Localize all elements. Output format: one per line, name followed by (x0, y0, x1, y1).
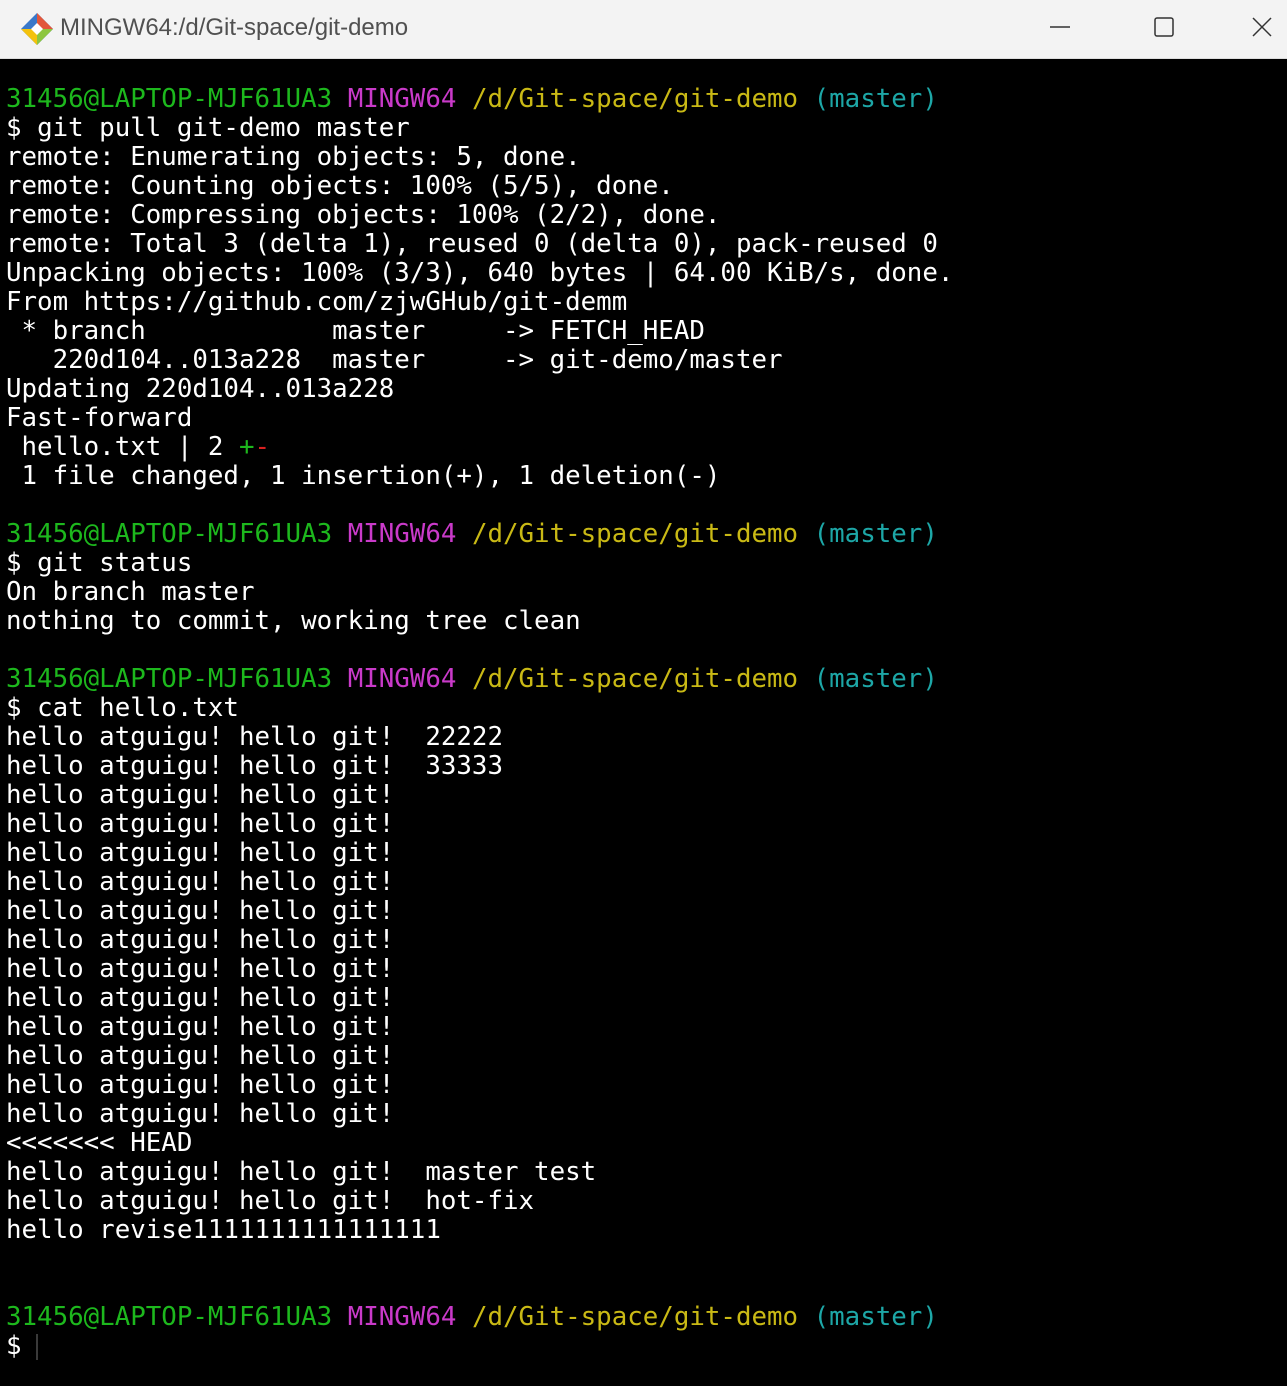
output-line: remote: Compressing objects: 100% (2/2),… (6, 200, 721, 230)
output-line: remote: Total 3 (delta 1), reused 0 (del… (6, 229, 938, 259)
maximize-button[interactable] (1134, 0, 1194, 54)
output-line: remote: Enumerating objects: 5, done. (6, 142, 581, 172)
input-line[interactable]: $ (6, 1332, 1287, 1361)
command-text: git pull git-demo master (37, 113, 410, 143)
text-cursor[interactable] (35, 1333, 38, 1360)
prompt-branch: (master) (813, 664, 938, 694)
close-button[interactable] (1237, 0, 1287, 54)
output-line: hello atguigu! hello git! (6, 1099, 395, 1129)
output-line: hello atguigu! hello git! (6, 954, 395, 984)
output-line: hello atguigu! hello git! (6, 925, 395, 955)
window-title: MINGW64:/d/Git-space/git-demo (60, 14, 409, 41)
prompt-user-host: 31456@LAPTOP-MJF61UA3 (6, 664, 333, 694)
diffstat-plus: + (238, 432, 255, 462)
output-line: remote: Counting objects: 100% (5/5), do… (6, 171, 674, 201)
close-icon (1252, 17, 1272, 37)
prompt-branch: (master) (813, 1302, 938, 1332)
prompt-path: /d/Git-space/git-demo (471, 84, 799, 114)
output-line: hello atguigu! hello git! (6, 867, 395, 897)
command-text: cat hello.txt (37, 693, 239, 723)
command-text: git status (37, 548, 193, 578)
prompt-line: 31456@LAPTOP-MJF61UA3 MINGW64 /d/Git-spa… (6, 665, 1287, 694)
output-line: 1 file changed, 1 insertion(+), 1 deleti… (6, 461, 721, 491)
output-line: hello atguigu! hello git! 22222 (6, 722, 503, 752)
output-line: nothing to commit, working tree clean (6, 606, 581, 636)
output-line: hello revise1111111111111111 (6, 1215, 441, 1245)
output-line: hello atguigu! hello git! (6, 896, 395, 926)
output-line: Updating 220d104..013a228 (6, 374, 395, 404)
output-line: hello atguigu! hello git! (6, 838, 395, 868)
output-line: <<<<<<< HEAD (6, 1128, 193, 1158)
prompt-symbol: $ (6, 693, 22, 723)
prompt-system: MINGW64 (347, 519, 457, 549)
prompt-path: /d/Git-space/git-demo (471, 664, 799, 694)
output-line: hello atguigu! hello git! 33333 (6, 751, 503, 781)
output-line: hello atguigu! hello git! (6, 809, 395, 839)
minimize-icon (1050, 26, 1070, 28)
maximize-icon (1154, 17, 1174, 37)
output-line: hello atguigu! hello git! (6, 1041, 395, 1071)
prompt-line: 31456@LAPTOP-MJF61UA3 MINGW64 /d/Git-spa… (6, 1303, 1287, 1332)
minimize-button[interactable] (1030, 0, 1090, 54)
output-line: On branch master (6, 577, 255, 607)
prompt-branch: (master) (813, 84, 938, 114)
prompt-branch: (master) (813, 519, 938, 549)
output-line: From https://github.com/zjwGHub/git-demm (6, 287, 628, 317)
output-line: 220d104..013a228 master -> git-demo/mast… (6, 345, 783, 375)
prompt-line: 31456@LAPTOP-MJF61UA3 MINGW64 /d/Git-spa… (6, 85, 1287, 114)
output-line: hello atguigu! hello git! (6, 780, 395, 810)
diffstat-line: hello.txt | 2 +- (6, 433, 1287, 462)
output-line: Unpacking objects: 100% (3/3), 640 bytes… (6, 258, 954, 288)
prompt-system: MINGW64 (347, 664, 457, 694)
output-line: hello atguigu! hello git! (6, 1012, 395, 1042)
diffstat-file: hello.txt | 2 (6, 432, 239, 462)
command-line: $ cat hello.txt (6, 694, 1287, 723)
command-line: $ git pull git-demo master (6, 114, 1287, 143)
terminal-window: MINGW64:/d/Git-space/git-demo 31456@LAPT… (0, 0, 1287, 1386)
prompt-path: /d/Git-space/git-demo (471, 519, 799, 549)
terminal-output[interactable]: 31456@LAPTOP-MJF61UA3 MINGW64 /d/Git-spa… (6, 85, 1287, 1361)
prompt-symbol: $ (6, 1331, 22, 1361)
output-line: hello atguigu! hello git! hot-fix (6, 1186, 535, 1216)
output-line: Fast-forward (6, 403, 193, 433)
prompt-user-host: 31456@LAPTOP-MJF61UA3 (6, 84, 333, 114)
prompt-path: /d/Git-space/git-demo (471, 1302, 799, 1332)
prompt-system: MINGW64 (347, 1302, 457, 1332)
title-bar[interactable]: MINGW64:/d/Git-space/git-demo (0, 0, 1287, 59)
prompt-system: MINGW64 (347, 84, 457, 114)
output-line: hello atguigu! hello git! (6, 983, 395, 1013)
prompt-symbol: $ (6, 113, 22, 143)
output-line: hello atguigu! hello git! master test (6, 1157, 597, 1187)
output-line: * branch master -> FETCH_HEAD (6, 316, 705, 346)
command-line: $ git status (6, 549, 1287, 578)
prompt-user-host: 31456@LAPTOP-MJF61UA3 (6, 519, 333, 549)
prompt-symbol: $ (6, 548, 22, 578)
output-line: hello atguigu! hello git! (6, 1070, 395, 1100)
prompt-line: 31456@LAPTOP-MJF61UA3 MINGW64 /d/Git-spa… (6, 520, 1287, 549)
diffstat-minus: - (254, 432, 271, 462)
prompt-user-host: 31456@LAPTOP-MJF61UA3 (6, 1302, 333, 1332)
git-logo-icon (21, 13, 53, 45)
